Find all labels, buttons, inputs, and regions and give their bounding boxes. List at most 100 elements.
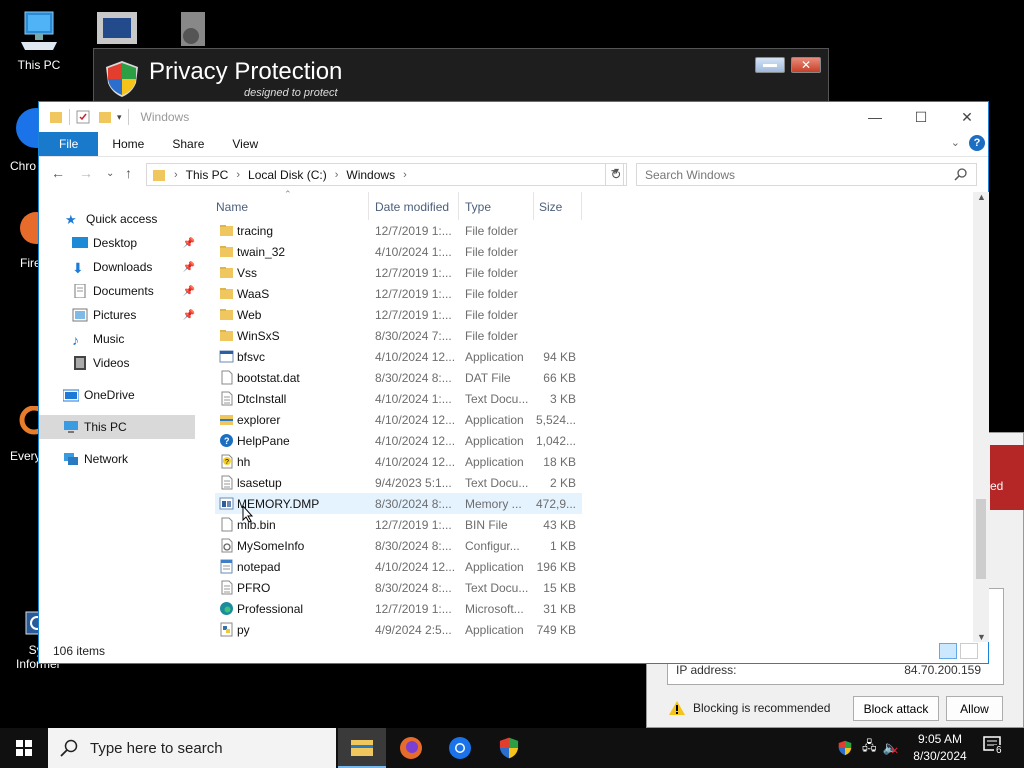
table-row[interactable]: bootstat.dat 8/30/2024 8:... DAT File 66 KB — [215, 367, 582, 388]
table-row[interactable]: notepad 4/10/2024 12... Application 196 KB — [215, 556, 582, 577]
desktop-icon-app[interactable] — [82, 10, 152, 50]
desktop-icon-firefox[interactable]: Fire — [14, 210, 52, 270]
breadcrumb-local-disk[interactable]: Local Disk (C:) — [248, 168, 327, 182]
column-divider[interactable] — [581, 192, 582, 220]
sidebar-item-network[interactable]: Network — [39, 447, 195, 471]
table-row[interactable]: ? HelpPane 4/10/2024 12... Application 1,042… — [215, 430, 582, 451]
address-bar[interactable]: › This PC › Local Disk (C:) › Windows › … — [146, 163, 624, 186]
help-icon[interactable]: ? — [969, 135, 985, 151]
table-row[interactable]: ? hh 4/10/2024 12... Application 18 KB — [215, 451, 582, 472]
sidebar-item-this-pc[interactable]: This PC — [39, 415, 195, 439]
details-view-button[interactable] — [939, 643, 957, 659]
taskbar-chrome[interactable] — [436, 728, 484, 768]
breadcrumb-windows[interactable]: Windows — [346, 168, 395, 182]
column-header-type[interactable]: Type — [465, 196, 491, 218]
table-row[interactable]: explorer 4/10/2024 12... Application 5,524.… — [215, 409, 582, 430]
sidebar-item-music[interactable]: ♪ Music — [39, 327, 195, 351]
sidebar-item-documents[interactable]: Documents 📌 — [39, 279, 195, 303]
taskbar-file-explorer[interactable] — [338, 728, 386, 768]
firefox-icon — [20, 212, 52, 244]
pin-icon[interactable]: 📌 — [183, 286, 195, 297]
network-icon[interactable]: 🖧 — [862, 737, 877, 759]
desktop-icon-this-pc[interactable]: This PC — [4, 10, 74, 72]
file-size: 749 KB — [536, 622, 576, 637]
table-row[interactable]: WinSxS 8/30/2024 7:... File folder — [215, 325, 582, 346]
file-explorer-window[interactable]: ▾ Windows — ☐ ✕ File Home Share View ⌄ ?… — [38, 101, 989, 664]
table-row[interactable]: Professional 12/7/2019 1:... Microsoft... 3… — [215, 598, 582, 619]
sidebar-item-videos[interactable]: Videos — [39, 351, 195, 375]
table-row[interactable]: Web 12/7/2019 1:... File folder — [215, 304, 582, 325]
allow-button[interactable]: Allow — [946, 696, 1003, 721]
scroll-down-icon[interactable]: ▼ — [977, 632, 986, 642]
back-button[interactable]: ← — [51, 165, 65, 181]
table-row[interactable]: MEMORY.DMP 8/30/2024 8:... Memory ... 472,9… — [215, 493, 582, 514]
breadcrumb-this-pc[interactable]: This PC — [186, 168, 229, 182]
forward-button[interactable]: → — [79, 165, 93, 181]
close-button[interactable]: ✕ — [791, 57, 821, 73]
chevron-down-icon[interactable]: ▾ — [117, 112, 122, 123]
table-row[interactable]: bfsvc 4/10/2024 12... Application 94 KB — [215, 346, 582, 367]
sidebar-item-desktop[interactable]: Desktop 📌 — [39, 231, 195, 255]
minimize-button[interactable]: — — [852, 102, 898, 132]
properties-icon[interactable] — [76, 110, 90, 124]
close-button[interactable]: ✕ — [944, 102, 990, 132]
privacy-protection-window[interactable]: Privacy Protection designed to protect ✕ — [93, 48, 829, 108]
pin-icon[interactable]: 📌 — [183, 310, 195, 321]
scroll-up-icon[interactable]: ▲ — [977, 192, 986, 202]
column-header-date[interactable]: Date modified — [375, 196, 449, 218]
up-button[interactable]: ↑ — [125, 165, 132, 181]
column-header-size[interactable]: Size — [539, 196, 562, 218]
maximize-button[interactable]: ☐ — [898, 102, 944, 132]
breadcrumb-separator[interactable]: › — [403, 169, 407, 181]
new-folder-icon[interactable] — [98, 110, 112, 124]
privacy-window-title: Privacy Protection — [149, 58, 343, 85]
table-row[interactable]: Vss 12/7/2019 1:... File folder — [215, 262, 582, 283]
table-row[interactable]: MySomeInfo 8/30/2024 8:... Configur... 1 KB — [215, 535, 582, 556]
sidebar-item-downloads[interactable]: ⬇ Downloads 📌 — [39, 255, 195, 279]
desktop-icon-everything[interactable]: Every — [10, 405, 49, 463]
taskbar-firefox[interactable] — [387, 728, 435, 768]
table-row[interactable]: tracing 12/7/2019 1:... File folder — [215, 220, 582, 241]
table-row[interactable]: DtcInstall 4/10/2024 1:... Text Docu... 3 K… — [215, 388, 582, 409]
pin-icon[interactable]: 📌 — [183, 238, 195, 249]
table-row[interactable]: lsasetup 9/4/2023 5:1... Text Docu... 2 KB — [215, 472, 582, 493]
column-divider[interactable] — [368, 192, 369, 220]
large-icons-view-button[interactable] — [960, 643, 978, 659]
refresh-button[interactable]: ↻ — [605, 163, 627, 186]
desktop-icon-chrome[interactable]: Chro — [10, 106, 56, 173]
desktop-icon-gear[interactable] — [156, 10, 226, 52]
scrollbar-thumb[interactable] — [976, 499, 986, 579]
minimize-button[interactable] — [755, 57, 785, 73]
volume-muted-icon[interactable]: 🔈 ✕ — [883, 740, 899, 757]
security-shield-icon[interactable] — [836, 739, 854, 757]
column-header-name[interactable]: Name — [216, 196, 248, 218]
vertical-scrollbar[interactable]: ▲ ▼ — [973, 192, 989, 642]
sidebar-item-quick-access[interactable]: ★ Quick access — [39, 207, 195, 231]
column-divider[interactable] — [458, 192, 459, 220]
column-divider[interactable] — [533, 192, 534, 220]
taskbar-search-input[interactable]: Type here to search — [48, 728, 336, 768]
block-attack-button[interactable]: Block attack — [853, 696, 939, 721]
expand-ribbon-icon[interactable]: ⌄ — [951, 136, 960, 149]
tab-share[interactable]: Share — [158, 132, 218, 156]
recent-locations-button[interactable]: ⌄ — [106, 168, 114, 179]
tab-home[interactable]: Home — [98, 132, 158, 156]
start-button[interactable] — [0, 728, 48, 768]
sidebar-item-onedrive[interactable]: OneDrive — [39, 383, 195, 407]
sidebar-item-pictures[interactable]: Pictures 📌 — [39, 303, 195, 327]
tab-file[interactable]: File — [39, 132, 99, 156]
pin-icon[interactable]: 📌 — [183, 262, 195, 273]
table-row[interactable]: twain_32 4/10/2024 1:... File folder — [215, 241, 582, 262]
table-row[interactable]: WaaS 12/7/2019 1:... File folder — [215, 283, 582, 304]
breadcrumb-separator[interactable]: › — [236, 169, 240, 181]
tab-view[interactable]: View — [218, 132, 272, 156]
notifications-button[interactable]: 6 — [983, 736, 1005, 760]
table-row[interactable]: mib.bin 12/7/2019 1:... BIN File 43 KB — [215, 514, 582, 535]
breadcrumb-separator[interactable]: › — [335, 169, 339, 181]
search-input[interactable]: Search Windows — [636, 163, 977, 186]
taskbar-privacy-protection[interactable] — [485, 728, 533, 768]
clock-date: 8/30/2024 — [913, 749, 967, 763]
table-row[interactable]: py 4/9/2024 2:5... Application 749 KB — [215, 619, 582, 640]
taskbar-clock[interactable]: 9:05 AM 8/30/2024 — [900, 731, 980, 765]
table-row[interactable]: PFRO 8/30/2024 8:... Text Docu... 15 KB — [215, 577, 582, 598]
